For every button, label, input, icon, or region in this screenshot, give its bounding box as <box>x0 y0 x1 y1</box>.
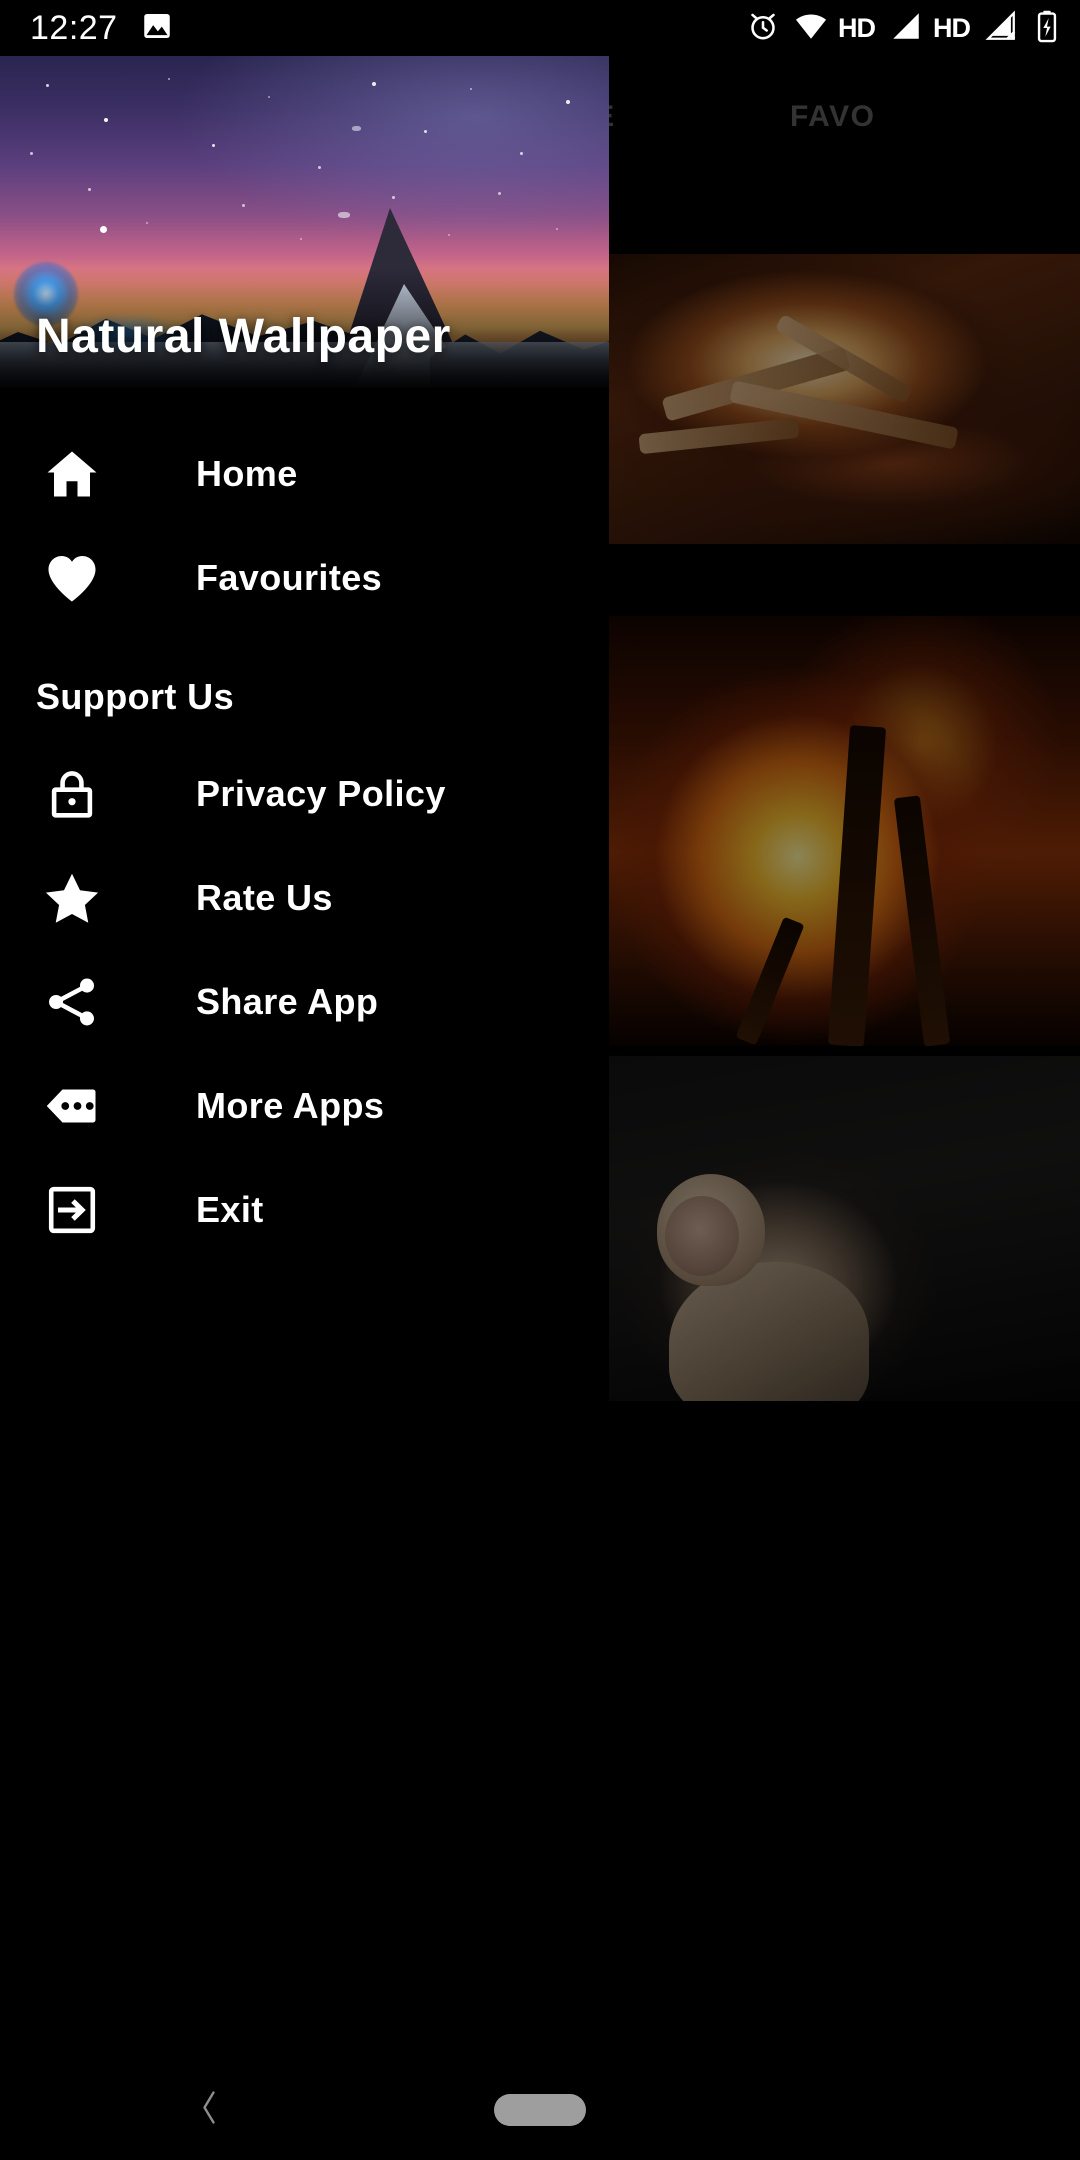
drawer-item-label: Share App <box>196 981 379 1022</box>
status-bar-clock: 12:27 <box>30 8 118 47</box>
drawer-header: Natural Wallpaper <box>0 56 609 388</box>
hd-voice-label-2: HD <box>933 12 971 43</box>
signal-off-icon <box>984 9 1018 48</box>
drawer-item-more-apps[interactable]: More Apps <box>0 1054 609 1158</box>
drawer-item-exit[interactable]: Exit <box>0 1158 609 1262</box>
share-icon <box>40 970 104 1034</box>
signal-bars-icon <box>889 9 923 48</box>
battery-charging-icon <box>1032 9 1062 48</box>
drawer-item-label: Home <box>196 453 298 494</box>
status-bar-system-icons: HD HD <box>746 9 1062 48</box>
home-icon <box>40 442 104 506</box>
exit-icon <box>40 1178 104 1242</box>
lock-icon <box>40 762 104 826</box>
drawer-section-title: Support Us <box>36 676 234 717</box>
back-chevron-icon[interactable] <box>190 2084 228 2137</box>
navigation-drawer: Natural Wallpaper Home Favourites Suppor… <box>0 56 609 2160</box>
drawer-item-label: Rate Us <box>196 877 333 918</box>
alarm-icon <box>746 9 780 48</box>
drawer-item-home[interactable]: Home <box>0 422 609 526</box>
drawer-item-label: More Apps <box>196 1085 385 1126</box>
drawer-item-share-app[interactable]: Share App <box>0 950 609 1054</box>
more-apps-icon <box>40 1074 104 1138</box>
drawer-item-favourites[interactable]: Favourites <box>0 526 609 630</box>
drawer-item-label: Exit <box>196 1189 264 1230</box>
drawer-item-label: Favourites <box>196 557 383 598</box>
status-bar: 12:27 HD HD <box>0 0 1080 56</box>
image-icon <box>140 9 174 48</box>
drawer-menu: Home Favourites Support Us Privacy Polic… <box>0 388 609 1262</box>
drawer-item-label: Privacy Policy <box>196 773 446 814</box>
system-navigation-bar <box>0 2060 1080 2160</box>
wifi-icon <box>794 9 828 48</box>
app-title: Natural Wallpaper <box>36 310 451 363</box>
star-icon <box>40 866 104 930</box>
heart-icon <box>40 546 104 610</box>
home-pill-icon[interactable] <box>494 2094 586 2126</box>
status-bar-notifications <box>140 9 174 48</box>
phone-screen: TURE FAVO <box>0 0 1080 2160</box>
drawer-item-rate-us[interactable]: Rate Us <box>0 846 609 950</box>
hd-voice-label: HD <box>838 12 876 43</box>
drawer-item-privacy-policy[interactable]: Privacy Policy <box>0 742 609 846</box>
